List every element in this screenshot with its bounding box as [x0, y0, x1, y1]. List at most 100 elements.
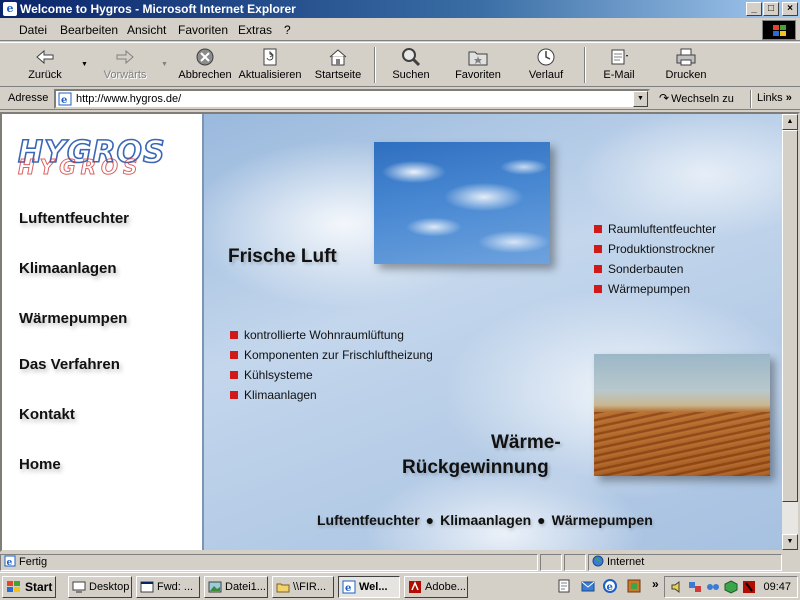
nav-kontakt[interactable]: Kontakt: [19, 406, 75, 423]
red-bullet-icon: [230, 371, 238, 379]
red-bullet-icon: [230, 391, 238, 399]
list-item[interactable]: kontrollierte Wohnraumlüftung: [230, 328, 433, 348]
history-button[interactable]: Verlauf: [524, 45, 568, 85]
favorites-button[interactable]: Favoriten: [452, 45, 504, 85]
quicklaunch-chevron-icon[interactable]: »: [652, 577, 659, 591]
list-item[interactable]: Komponenten zur Frischluftheizung: [230, 348, 433, 368]
red-bullet-icon: [230, 351, 238, 359]
status-cell: [540, 554, 562, 571]
refresh-button[interactable]: Aktualisieren: [238, 45, 302, 85]
page-icon: e: [58, 92, 72, 106]
start-button[interactable]: Start: [2, 576, 56, 598]
list-item[interactable]: Raumluftentfeuchter: [594, 222, 716, 242]
hygros-logo[interactable]: HYGROS HYGROS: [16, 136, 186, 178]
task-network-folder[interactable]: \\FIR...: [272, 576, 334, 598]
address-label: Adresse: [8, 92, 49, 104]
mail-button[interactable]: E-Mail: [598, 45, 640, 85]
task-fwd-mail[interactable]: Fwd: ...: [136, 576, 200, 598]
go-button[interactable]: ↷ Wechseln zu: [659, 91, 734, 105]
close-button[interactable]: ×: [782, 2, 798, 16]
heading-rueckgewinnung: Rückgewinnung: [402, 457, 549, 478]
system-clock[interactable]: 09:47: [763, 581, 791, 593]
window-title-bar[interactable]: e Welcome to Hygros - Microsoft Internet…: [0, 0, 800, 18]
scroll-up-button[interactable]: ▲: [782, 114, 798, 130]
quicklaunch-outlook-icon[interactable]: [580, 578, 596, 594]
scroll-thumb[interactable]: [782, 130, 798, 502]
list-item[interactable]: Wärmepumpen: [594, 282, 716, 302]
list-item[interactable]: Kühlsysteme: [230, 368, 433, 388]
back-dropdown-arrow[interactable]: ▼: [81, 61, 88, 68]
stop-button[interactable]: Abbrechen: [176, 45, 234, 85]
task-datei1[interactable]: Datei1...: [204, 576, 268, 598]
nav-home[interactable]: Home: [19, 456, 61, 473]
menu-extras[interactable]: Extras: [238, 23, 272, 37]
scroll-down-button[interactable]: ▼: [782, 534, 798, 550]
mail-window-icon: [140, 581, 154, 593]
tray-bluetooth-icon[interactable]: [705, 579, 721, 595]
chevron-right-icon: »: [785, 92, 792, 104]
nav-das-verfahren[interactable]: Das Verfahren: [19, 356, 120, 373]
address-bar: Adresse e http://www.hygros.de/ ▼ ↷ Wechs…: [0, 88, 800, 110]
svg-text:HYGROS: HYGROS: [18, 155, 142, 178]
home-button[interactable]: Startseite: [312, 45, 364, 85]
internet-explorer-icon: e: [342, 580, 356, 594]
internet-explorer-icon: e: [3, 2, 17, 16]
desktop-icon: [72, 581, 86, 593]
task-welcome-hygros[interactable]: e Wel...: [338, 576, 400, 598]
minimize-button[interactable]: _: [746, 2, 762, 16]
adobe-icon: [409, 581, 421, 593]
list-item[interactable]: Klimaanlagen: [230, 388, 433, 408]
status-text-cell: e Fertig: [0, 554, 538, 571]
speaker-icon[interactable]: [669, 579, 685, 595]
print-button[interactable]: Drucken: [662, 45, 710, 85]
footer-separator: ●: [425, 512, 435, 528]
menu-favoriten[interactable]: Favoriten: [178, 23, 228, 37]
svg-text:e: e: [7, 558, 13, 567]
status-cell: [564, 554, 586, 571]
sky-photo: [374, 142, 550, 264]
task-desktop[interactable]: Desktop: [68, 576, 132, 598]
links-button[interactable]: Links »: [757, 92, 792, 104]
list-item[interactable]: Produktionstrockner: [594, 242, 716, 262]
maximize-button[interactable]: □: [763, 2, 779, 16]
menu-ansicht[interactable]: Ansicht: [127, 23, 166, 37]
tray-network-icon[interactable]: [687, 579, 703, 595]
footer-links: Luftentfeuchter ● Klimaanlagen ● Wärmepumpen: [317, 512, 653, 528]
nav-waermepumpen[interactable]: Wärmepumpen: [19, 310, 127, 327]
footer-link-luftentfeuchter[interactable]: Luftentfeuchter: [317, 512, 420, 528]
menu-help[interactable]: ?: [284, 23, 291, 37]
menu-bearbeiten[interactable]: Bearbeiten: [60, 23, 118, 37]
red-bullet-icon: [230, 331, 238, 339]
search-button[interactable]: Suchen: [388, 45, 434, 85]
forward-button[interactable]: Vorwärts: [100, 45, 150, 85]
left-bullet-list: kontrollierte Wohnraumlüftung Komponente…: [230, 328, 433, 408]
links-separator: [750, 90, 752, 108]
forward-dropdown-arrow[interactable]: ▼: [161, 61, 168, 68]
tray-antivirus-icon[interactable]: [741, 579, 757, 595]
quicklaunch-app-icon[interactable]: [626, 578, 642, 594]
list-item[interactable]: Sonderbauten: [594, 262, 716, 282]
menu-datei[interactable]: Datei: [19, 23, 47, 37]
zone-cell: Internet: [588, 554, 782, 571]
footer-link-klimaanlagen[interactable]: Klimaanlagen: [440, 512, 531, 528]
vertical-scrollbar[interactable]: ▲ ▼: [782, 114, 798, 550]
nav-klimaanlagen[interactable]: Klimaanlagen: [19, 260, 117, 277]
back-button[interactable]: Zurück: [22, 45, 68, 85]
address-input[interactable]: e http://www.hygros.de/ ▼: [54, 89, 650, 109]
quicklaunch-notepad-icon[interactable]: [556, 578, 572, 594]
heading-waerme: Wärme-: [491, 432, 561, 453]
image-file-icon: [208, 581, 222, 593]
footer-link-waermepumpen[interactable]: Wärmepumpen: [552, 512, 653, 528]
globe-icon: [592, 555, 604, 567]
browser-viewport: HYGROS HYGROS Luftentfeuchter Klimaanlag…: [0, 112, 800, 552]
search-icon: [402, 48, 421, 67]
task-adobe[interactable]: Adobe...: [404, 576, 468, 598]
quicklaunch-ie-icon[interactable]: e: [602, 578, 618, 594]
windows-taskbar: Start Desktop Fwd: ... Datei1... \\FIR..…: [0, 572, 800, 600]
tray-green-cube-icon[interactable]: [723, 579, 739, 595]
svg-text:e: e: [61, 95, 67, 106]
nav-luftentfeuchter[interactable]: Luftentfeuchter: [19, 210, 129, 227]
address-dropdown-arrow[interactable]: ▼: [633, 91, 648, 107]
go-arrow-icon: ↷: [659, 91, 670, 105]
red-bullet-icon: [594, 265, 602, 273]
